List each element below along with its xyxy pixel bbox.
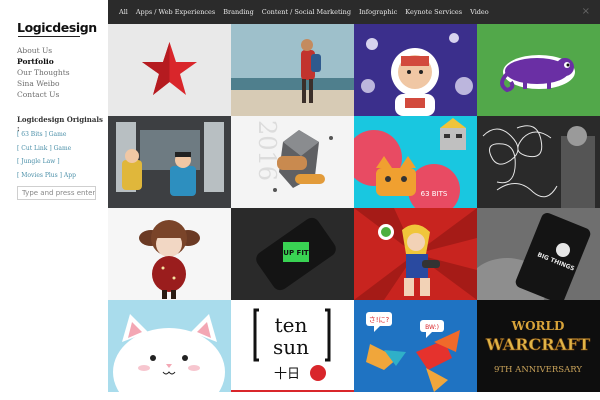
sidebar: Logicdesign About Us Portfolio Our Thoug…: [0, 0, 108, 400]
filter-branding[interactable]: Branding: [223, 8, 254, 16]
world-label: WORLD: [511, 319, 565, 333]
portfolio-tile-doll[interactable]: [108, 208, 231, 300]
nav-item-portfolio[interactable]: Portfolio: [17, 56, 70, 67]
originals-list: [ 63 Bits ] Game [ Cut Link ] Game [ Jun…: [17, 128, 76, 182]
year-2016-text: 2016: [253, 120, 281, 181]
bubble-left-text: さ!に?: [369, 316, 390, 324]
kanji-label: 十日: [274, 367, 300, 382]
originals-item-cut-link[interactable]: [ Cut Link ] Game: [17, 142, 76, 156]
originals-item-jungle-law[interactable]: [ Jungle Law ]: [17, 155, 76, 169]
nav-item-contact-us[interactable]: Contact Us: [17, 89, 70, 100]
up-fit-label: UP FIT: [283, 249, 309, 257]
portfolio-tile-63-bits[interactable]: 63 BITS: [354, 116, 477, 208]
nav-item-about-us[interactable]: About Us: [17, 45, 70, 56]
portfolio-tile-astronaut[interactable]: [354, 24, 477, 116]
bubble-right-text: BW:): [425, 324, 439, 331]
anniversary-label: 9TH ANNIVERSARY: [494, 365, 582, 375]
filter-keynote[interactable]: Keynote Services: [405, 8, 462, 16]
portfolio-tile-cat[interactable]: [108, 300, 231, 392]
filter-apps-web[interactable]: Apps / Web Experiences: [136, 8, 215, 16]
portfolio-tile-chameleon[interactable]: [477, 24, 600, 116]
warcraft-label: WARCRAFT: [485, 335, 590, 354]
main-nav: About Us Portfolio Our Thoughts Sina Wei…: [17, 45, 70, 100]
portfolio-tile-subway[interactable]: [108, 116, 231, 208]
portfolio-tile-ten-sun[interactable]: ten sun 十日: [231, 300, 354, 392]
filter-bar: All Apps / Web Experiences Branding Cont…: [108, 0, 600, 24]
filter-list: All Apps / Web Experiences Branding Cont…: [119, 0, 497, 24]
portfolio-tile-red-star[interactable]: [108, 24, 231, 116]
filter-video[interactable]: Video: [470, 8, 489, 16]
logo-underline: [18, 36, 80, 37]
search-input[interactable]: Type and press enter: [17, 186, 96, 200]
portfolio-tile-birds[interactable]: さ!に? BW:): [354, 300, 477, 392]
filter-infographic[interactable]: Infographic: [359, 8, 397, 16]
filter-all[interactable]: All: [119, 8, 128, 16]
originals-item-63-bits[interactable]: [ 63 Bits ] Game: [17, 128, 76, 142]
logo[interactable]: Logicdesign: [17, 20, 97, 35]
ten-label: ten: [275, 313, 308, 337]
nav-item-our-thoughts[interactable]: Our Thoughts: [17, 67, 70, 78]
portfolio-tile-child-beach[interactable]: [231, 24, 354, 116]
portfolio-grid: 2016 63 BITS UP FIT BIG THINGS ten sun 十…: [108, 24, 600, 400]
nav-item-sina-weibo[interactable]: Sina Weibo: [17, 78, 70, 89]
filter-content-social[interactable]: Content / Social Marketing: [262, 8, 351, 16]
portfolio-tile-2016[interactable]: 2016: [231, 116, 354, 208]
portfolio-tile-big-things-scribble[interactable]: [477, 116, 600, 208]
portfolio-tile-warcraft[interactable]: WORLD WARCRAFT 9TH ANNIVERSARY: [477, 300, 600, 392]
sun-label: sun: [273, 335, 309, 359]
close-icon[interactable]: ×: [582, 6, 590, 17]
bits-label: 63 BITS: [421, 190, 448, 198]
portfolio-tile-up-fit-phone[interactable]: UP FIT: [231, 208, 354, 300]
portfolio-tile-big-things-phone[interactable]: BIG THINGS: [477, 208, 600, 300]
originals-item-movies-plus[interactable]: [ Movies Plus ] App: [17, 169, 76, 183]
portfolio-tile-xbox-girl[interactable]: [354, 208, 477, 300]
